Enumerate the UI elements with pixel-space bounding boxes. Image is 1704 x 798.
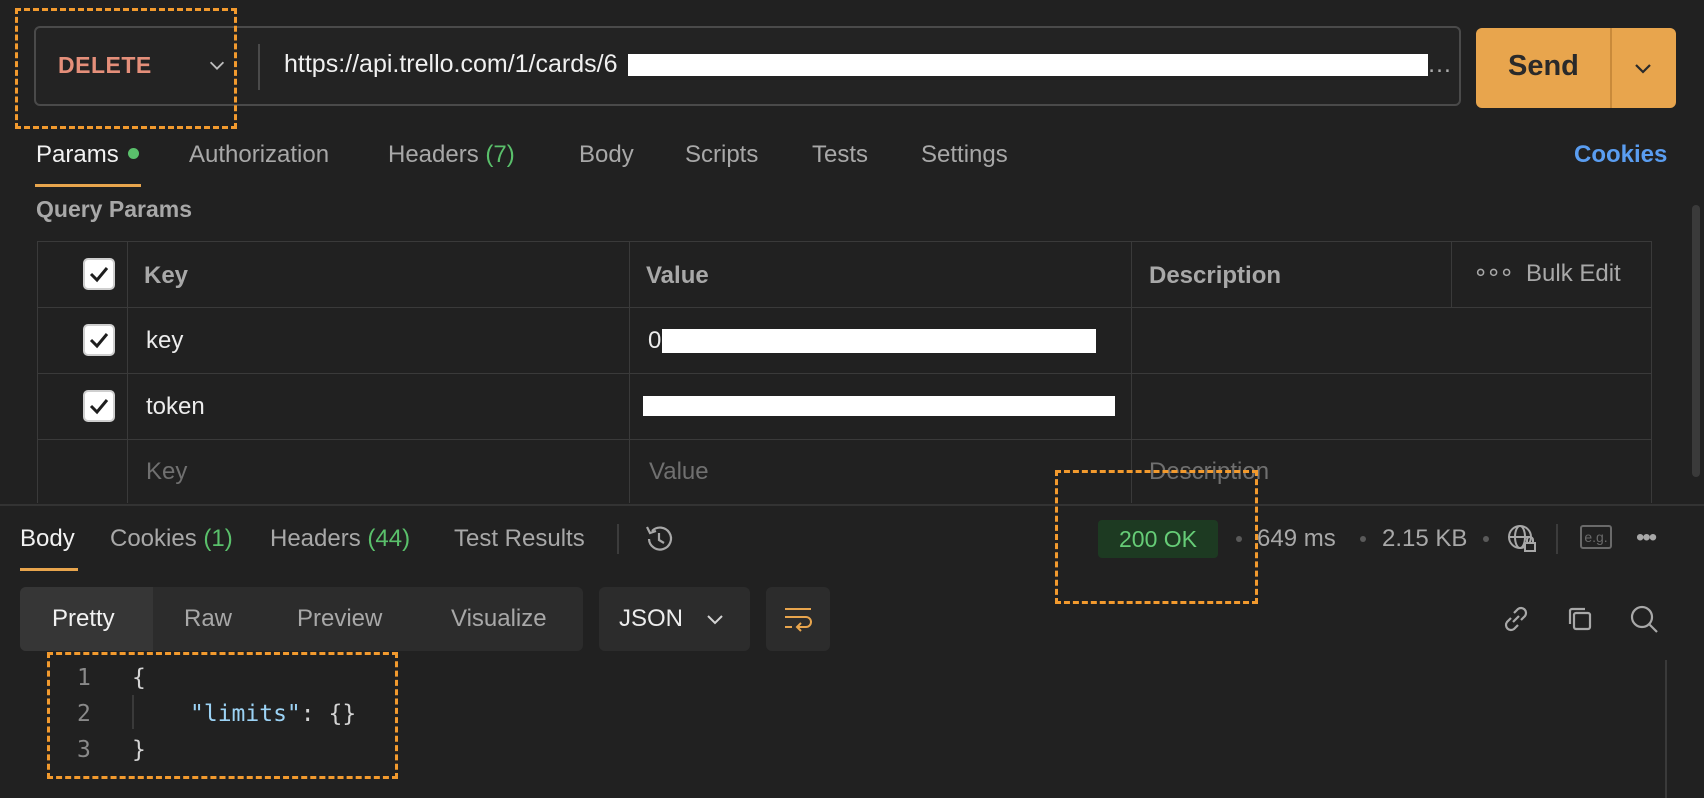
divider	[258, 44, 260, 90]
format-tabs: Pretty Raw Preview Visualize	[20, 587, 583, 651]
response-size[interactable]: 2.15 KB	[1382, 525, 1467, 553]
copy-icon[interactable]	[1563, 602, 1597, 636]
format-pretty[interactable]: Pretty	[52, 605, 115, 633]
tab-headers-count: (7)	[485, 141, 515, 168]
response-tab-body[interactable]: Body	[20, 525, 75, 553]
response-more-icon[interactable]: •••	[1636, 524, 1657, 552]
response-tab-headers-count: (44)	[367, 525, 411, 552]
response-tab-cookies-count: (1)	[203, 525, 233, 552]
params-active-dot	[127, 148, 139, 160]
request-bar: DELETE https://api.trello.com/1/cards/6 …	[34, 26, 1461, 106]
response-tab-headers[interactable]: Headers (44)	[270, 525, 410, 553]
table-border	[37, 439, 1651, 440]
table-border	[1131, 241, 1132, 503]
wrap-lines-icon	[785, 608, 812, 632]
check-icon	[89, 267, 109, 283]
response-time[interactable]: 649 ms	[1257, 525, 1336, 553]
select-all-checkbox[interactable]	[83, 258, 115, 290]
tab-tests[interactable]: Tests	[812, 141, 868, 169]
column-header-value: Value	[646, 262, 709, 289]
format-visualize[interactable]: Visualize	[451, 605, 547, 633]
send-split-divider	[1610, 28, 1612, 108]
divider	[1556, 524, 1558, 554]
tab-settings[interactable]: Settings	[921, 141, 1008, 169]
response-tab-headers-label: Headers	[270, 525, 361, 552]
separator-dot	[1360, 536, 1366, 542]
format-preview[interactable]: Preview	[297, 605, 382, 633]
tab-scripts[interactable]: Scripts	[685, 141, 758, 169]
tab-params[interactable]: Params	[36, 141, 139, 169]
highlight-status-box	[1055, 470, 1258, 604]
highlight-code-box	[47, 652, 398, 779]
save-example-button[interactable]: e.g.	[1580, 525, 1612, 549]
param-key[interactable]: key	[146, 327, 183, 355]
table-border	[127, 241, 128, 503]
network-globe-lock-icon[interactable]	[1505, 522, 1539, 556]
redacted-url	[628, 54, 1428, 76]
language-select[interactable]: JSON	[599, 587, 750, 651]
more-options-icon[interactable]: ∘∘∘	[1473, 258, 1514, 287]
check-icon	[89, 399, 109, 415]
response-tab-test-results[interactable]: Test Results	[454, 525, 585, 553]
new-value-input[interactable]: Value	[649, 458, 709, 486]
url-input[interactable]: https://api.trello.com/1/cards/6	[284, 50, 617, 79]
history-icon[interactable]	[642, 522, 676, 556]
send-options-chevron-icon[interactable]	[1631, 56, 1655, 80]
divider	[617, 524, 619, 554]
param-value[interactable]: 0	[648, 327, 661, 355]
redacted-value	[643, 396, 1115, 416]
wrap-lines-button[interactable]	[766, 587, 830, 651]
cookies-link[interactable]: Cookies	[1574, 141, 1667, 169]
column-header-key: Key	[144, 262, 189, 289]
table-border	[37, 307, 1651, 308]
table-border	[1451, 241, 1452, 307]
table-border	[37, 373, 1651, 374]
check-icon	[89, 333, 109, 349]
new-key-input[interactable]: Key	[146, 458, 187, 486]
send-button[interactable]: Send	[1476, 28, 1676, 108]
search-icon[interactable]	[1627, 602, 1661, 636]
language-label: JSON	[619, 605, 684, 632]
separator-dot	[1483, 536, 1489, 542]
table-border	[629, 241, 630, 503]
format-raw[interactable]: Raw	[184, 605, 232, 633]
row-checkbox[interactable]	[83, 390, 115, 422]
editor-right-border	[1665, 660, 1667, 798]
param-key[interactable]: token	[146, 393, 205, 421]
url-ellipsis: …	[1427, 50, 1452, 78]
table-border	[1651, 241, 1652, 503]
scrollbar[interactable]	[1692, 205, 1700, 477]
row-checkbox[interactable]	[83, 324, 115, 356]
table-border	[37, 241, 1651, 242]
column-header-description: Description	[1149, 262, 1282, 289]
tab-params-label: Params	[36, 141, 119, 168]
table-border	[37, 241, 38, 503]
chevron-down-icon	[707, 615, 723, 625]
response-divider	[0, 504, 1704, 506]
redacted-value	[662, 329, 1096, 353]
active-tab-indicator	[35, 184, 141, 187]
copy-link-icon[interactable]	[1499, 602, 1533, 636]
response-active-tab-indicator	[20, 568, 78, 571]
send-label: Send	[1508, 50, 1579, 82]
tab-headers[interactable]: Headers (7)	[388, 141, 515, 169]
query-params-title: Query Params	[36, 196, 192, 222]
response-tab-cookies-label: Cookies	[110, 525, 197, 552]
response-tab-cookies[interactable]: Cookies (1)	[110, 525, 233, 553]
tab-authorization[interactable]: Authorization	[189, 141, 329, 169]
tab-headers-label: Headers	[388, 141, 479, 168]
bulk-edit-button[interactable]: Bulk Edit	[1526, 260, 1621, 288]
tab-body[interactable]: Body	[579, 141, 634, 169]
highlight-method-box	[15, 8, 237, 129]
